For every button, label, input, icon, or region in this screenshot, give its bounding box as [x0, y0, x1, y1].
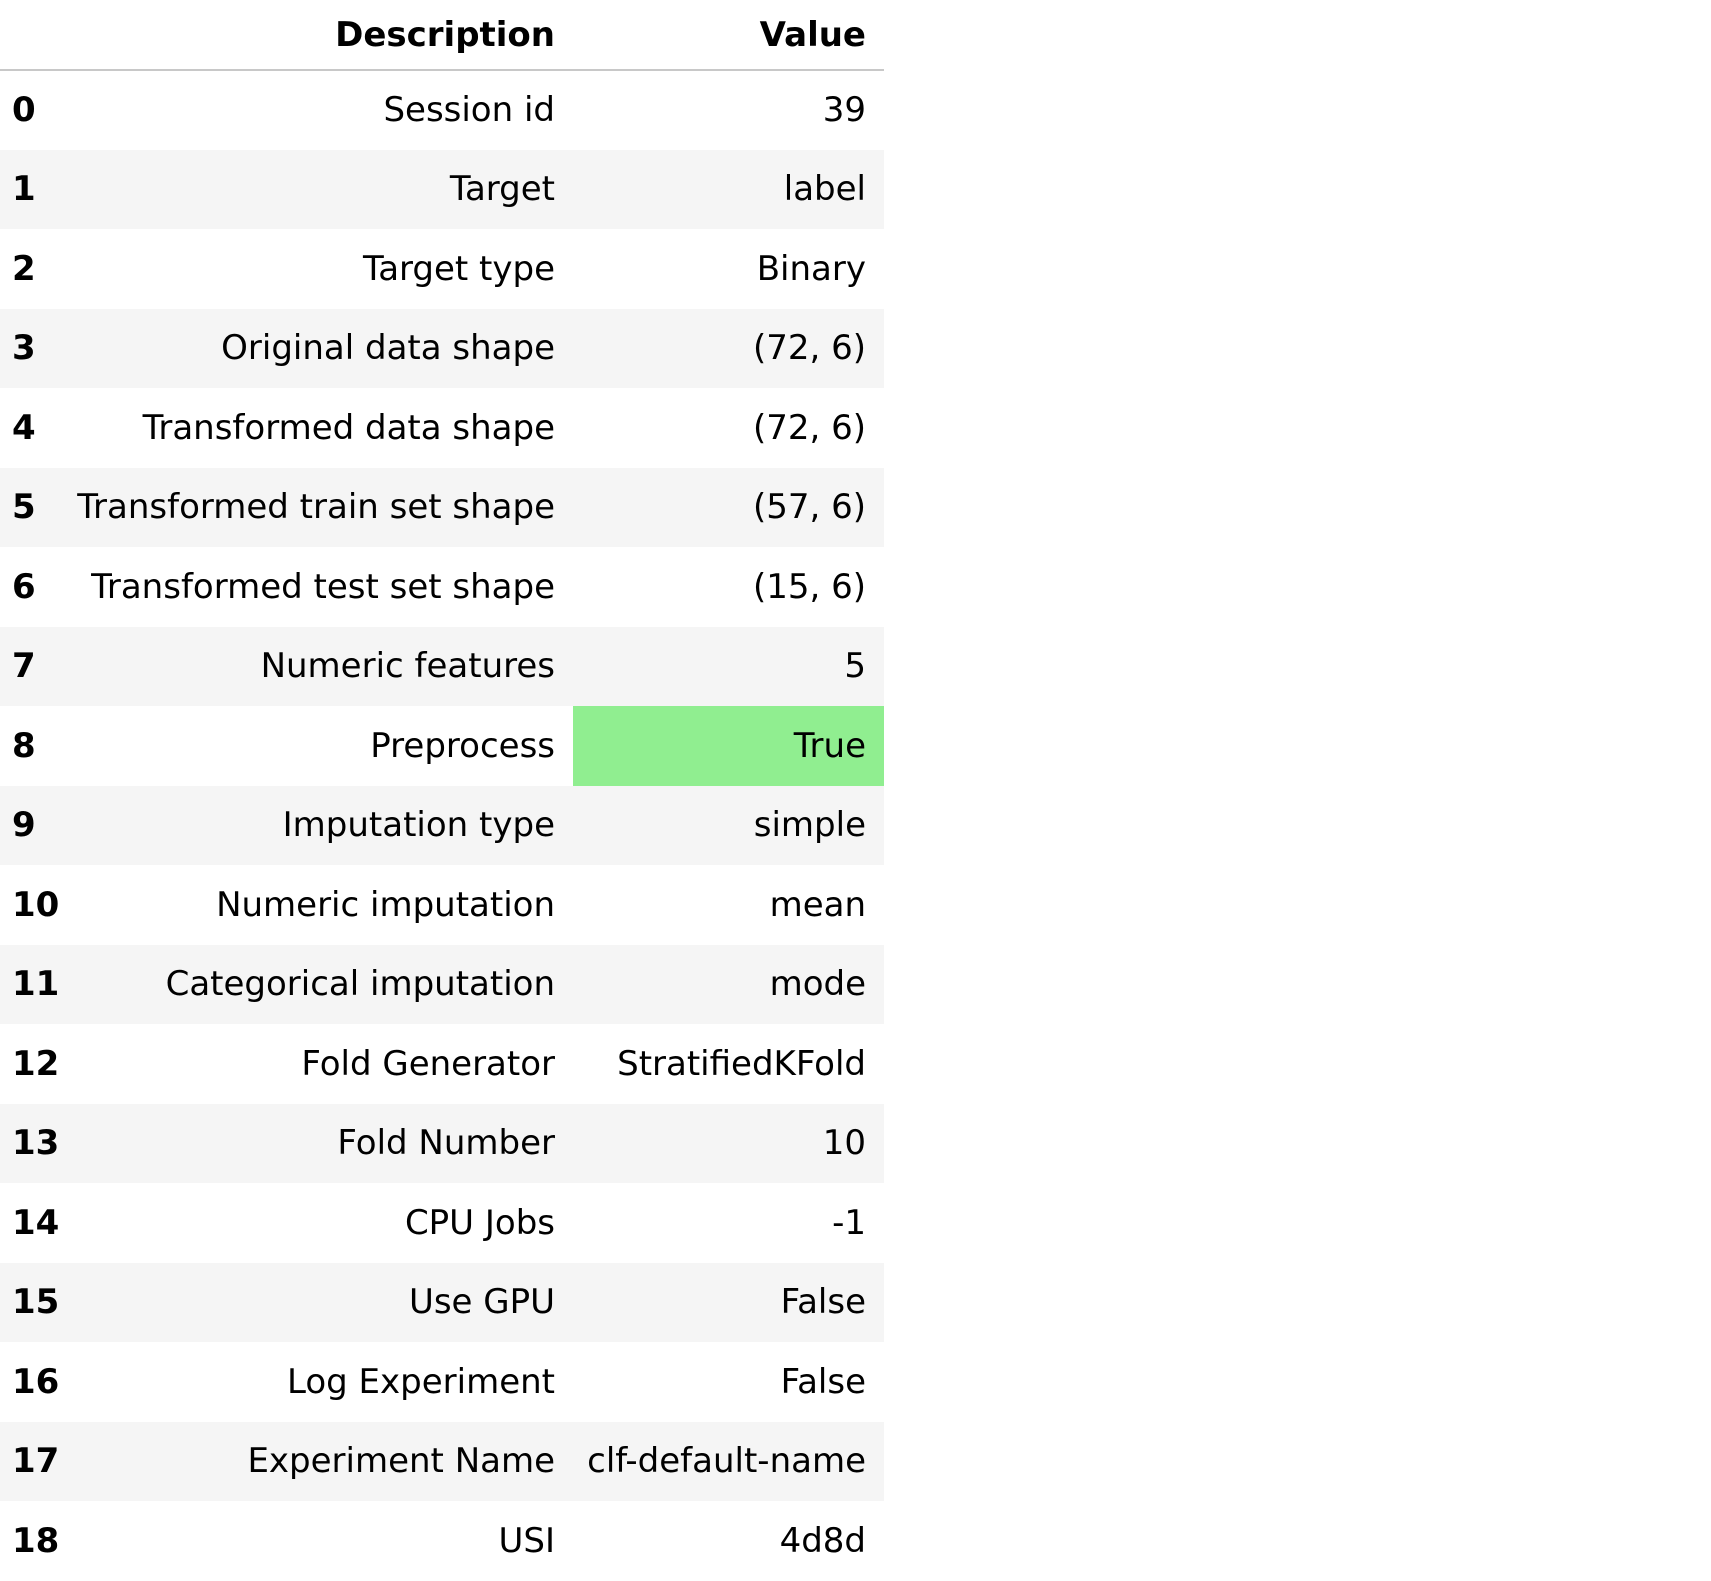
value-cell: mode — [769, 964, 866, 1005]
row-index: 13 — [12, 1123, 60, 1164]
value-cell: 5 — [844, 646, 866, 687]
table-row: 16 Log Experiment False — [0, 1342, 884, 1422]
value-column-header: Value — [573, 0, 884, 71]
description-cell: Categorical imputation — [165, 964, 555, 1005]
table-row: 1 Target label — [0, 149, 884, 229]
table-header: Description Value — [0, 0, 884, 71]
table-row: 6 Transformed test set shape (15, 6) — [0, 547, 884, 627]
value-cell: mean — [769, 884, 866, 925]
description-cell: Fold Generator — [301, 1043, 555, 1084]
table-row: 4 Transformed data shape (72, 6) — [0, 388, 884, 468]
description-cell: Transformed test set shape — [91, 566, 555, 607]
value-cell: label — [783, 169, 866, 210]
table-row: 14 CPU Jobs -1 — [0, 1183, 884, 1263]
row-index: 18 — [12, 1520, 60, 1561]
value-cell: clf-default-name — [587, 1441, 866, 1482]
table-row: 18 USI 4d8d — [0, 1501, 884, 1581]
table-row: 0 Session id 39 — [0, 70, 884, 150]
table-row: 11 Categorical imputation mode — [0, 944, 884, 1024]
row-index: 10 — [12, 884, 60, 925]
description-cell: Transformed train set shape — [77, 487, 555, 528]
row-index: 8 — [12, 725, 36, 766]
value-cell: False — [780, 1282, 866, 1323]
table-row: 15 Use GPU False — [0, 1262, 884, 1342]
description-cell: Target type — [363, 248, 555, 289]
highlighted-value-cell: True — [573, 706, 884, 786]
description-cell: Numeric features — [260, 646, 555, 687]
description-cell: Numeric imputation — [216, 884, 555, 925]
value-cell: (57, 6) — [752, 487, 866, 528]
description-cell: Log Experiment — [287, 1361, 555, 1402]
row-index: 2 — [12, 248, 36, 289]
description-cell: Experiment Name — [247, 1441, 555, 1482]
row-index: 5 — [12, 487, 36, 528]
value-cell: 4d8d — [779, 1520, 866, 1561]
value-cell: (72, 6) — [752, 407, 866, 448]
row-index: 17 — [12, 1441, 60, 1482]
value-cell: (72, 6) — [752, 328, 866, 369]
description-cell: Preprocess — [370, 725, 555, 766]
row-index: 0 — [12, 90, 36, 131]
description-cell: Original data shape — [221, 328, 555, 369]
description-cell: Target — [449, 169, 555, 210]
value-cell: StratifiedKFold — [617, 1043, 866, 1084]
row-index: 16 — [12, 1361, 60, 1402]
table-body: 0 Session id 39 1 Target label 2 Target type Bin… — [0, 70, 884, 1581]
row-index: 7 — [12, 646, 36, 687]
table-row: 7 Numeric features 5 — [0, 626, 884, 706]
table-row: 9 Imputation type simple — [0, 785, 884, 865]
description-cell: Imputation type — [282, 805, 555, 846]
row-index: 9 — [12, 805, 36, 846]
description-cell: Fold Number — [337, 1123, 555, 1164]
value-cell: -1 — [832, 1202, 866, 1243]
table-row: 13 Fold Number 10 — [0, 1103, 884, 1183]
table-row: 17 Experiment Name clf-default-name — [0, 1421, 884, 1501]
row-index: 6 — [12, 566, 36, 607]
description-cell: Session id — [383, 90, 555, 131]
value-cell: False — [780, 1361, 866, 1402]
value-cell: simple — [753, 805, 866, 846]
table-row: 12 Fold Generator StratifiedKFold — [0, 1024, 884, 1104]
row-index: 11 — [12, 964, 60, 1005]
value-cell: Binary — [756, 248, 866, 289]
row-index: 1 — [12, 169, 36, 210]
table-row: 5 Transformed train set shape (57, 6) — [0, 467, 884, 547]
description-cell: Transformed data shape — [142, 407, 555, 448]
row-index: 4 — [12, 407, 36, 448]
value-cell: 10 — [822, 1123, 866, 1164]
row-index: 15 — [12, 1282, 60, 1323]
row-index: 14 — [12, 1202, 60, 1243]
value-cell: 39 — [822, 90, 866, 131]
description-column-header: Description — [76, 0, 573, 71]
index-column-header — [0, 0, 76, 71]
row-index: 12 — [12, 1043, 60, 1084]
header-row: Description Value — [0, 0, 884, 71]
table-row: 2 Target type Binary — [0, 229, 884, 309]
row-index: 3 — [12, 328, 36, 369]
description-cell: CPU Jobs — [404, 1202, 555, 1243]
description-cell: USI — [498, 1520, 556, 1561]
table-row: 10 Numeric imputation mean — [0, 865, 884, 945]
table-row: 8 Preprocess True — [0, 706, 884, 786]
table-row: 3 Original data shape (72, 6) — [0, 308, 884, 388]
description-cell: Use GPU — [408, 1282, 555, 1323]
value-cell: (15, 6) — [752, 566, 866, 607]
setup-summary-table: Description Value 0 Session id 39 1 Target la… — [0, 0, 884, 1581]
